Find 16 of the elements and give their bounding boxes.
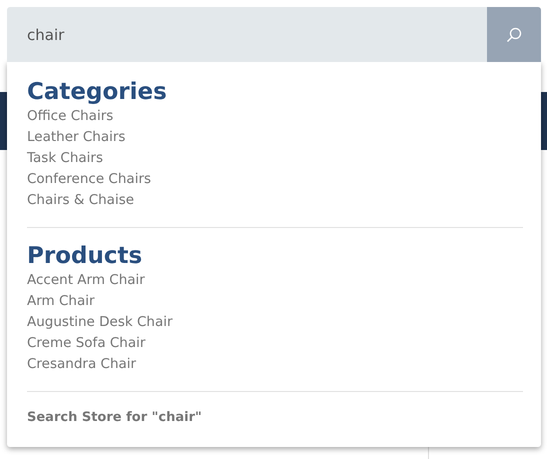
section-heading: Products — [27, 242, 142, 270]
search-icon — [506, 26, 522, 42]
suggestion-link[interactable]: Cresandra Chair — [27, 354, 136, 375]
section-heading: Categories — [27, 78, 167, 106]
suggestion-link[interactable]: Leather Chairs — [27, 127, 126, 148]
suggestion-link[interactable]: Creme Sofa Chair — [27, 333, 146, 354]
suggestion-link[interactable]: Office Chairs — [27, 106, 114, 127]
suggestion-link[interactable]: Accent Arm Chair — [27, 270, 145, 291]
suggestion-link[interactable]: Arm Chair — [27, 291, 95, 312]
suggestion-link[interactable]: Task Chairs — [27, 148, 104, 169]
suggestion-link[interactable]: Chairs & Chaise — [27, 190, 134, 211]
search-field[interactable]: chair — [7, 7, 487, 62]
suggestion-link[interactable]: Augustine Desk Chair — [27, 312, 173, 333]
suggestion-link[interactable]: Conference Chairs — [27, 169, 152, 190]
search-store-link[interactable]: Search Store for "chair" — [27, 410, 202, 425]
search-button[interactable] — [487, 7, 541, 62]
